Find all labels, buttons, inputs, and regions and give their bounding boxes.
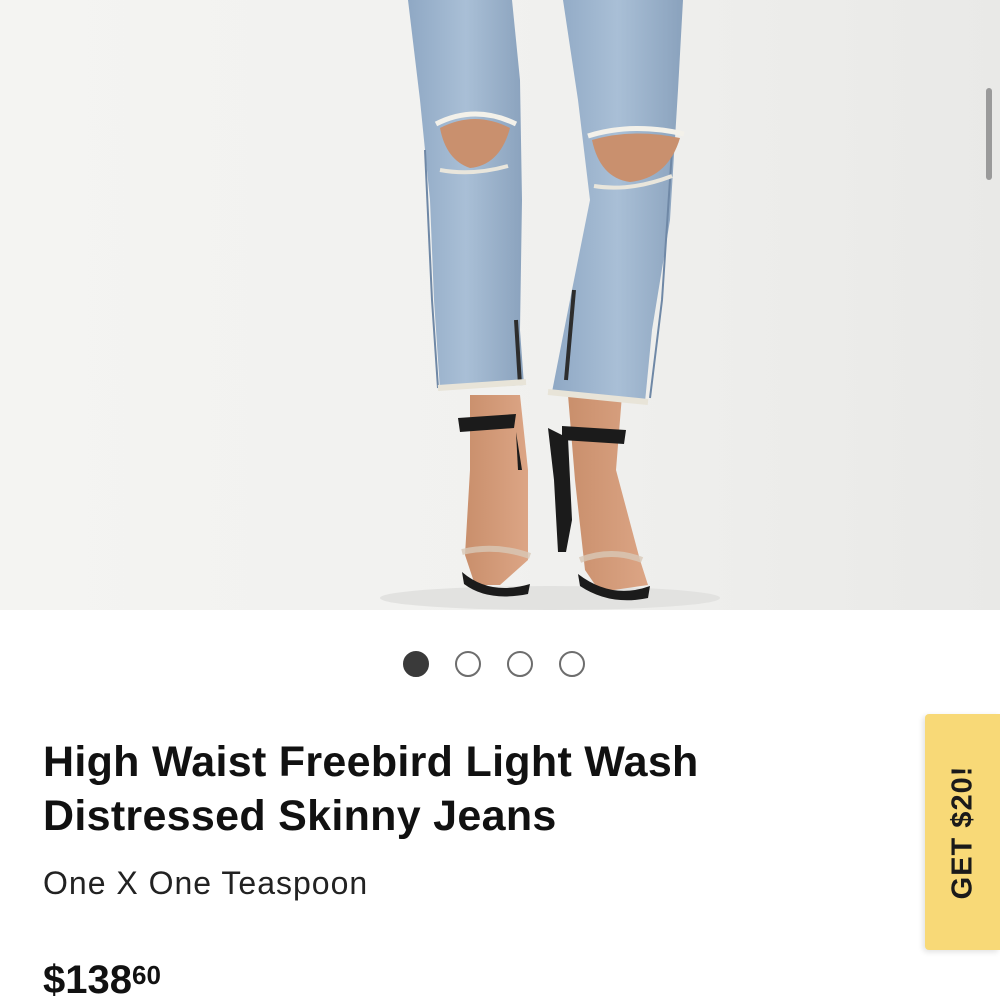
product-brand[interactable]: One X One Teaspoon [43,865,368,902]
price-dollars: $138 [43,958,132,1002]
carousel-dot-4[interactable] [559,651,585,677]
promo-tab-label: GET $20! [946,765,978,899]
product-title: High Waist Freebird Light Wash Distresse… [43,738,699,840]
carousel-dots [403,651,585,677]
carousel-dot-3[interactable] [507,651,533,677]
carousel-dot-1[interactable] [403,651,429,677]
product-price: $13860 [43,958,161,1003]
product-image[interactable] [0,0,1000,610]
product-photo-jeans-heels [0,0,1000,610]
price-cents: 60 [131,960,161,990]
carousel-dot-2[interactable] [455,651,481,677]
scrollbar-thumb[interactable] [986,88,992,180]
promo-tab-button[interactable]: GET $20! [925,714,1000,950]
